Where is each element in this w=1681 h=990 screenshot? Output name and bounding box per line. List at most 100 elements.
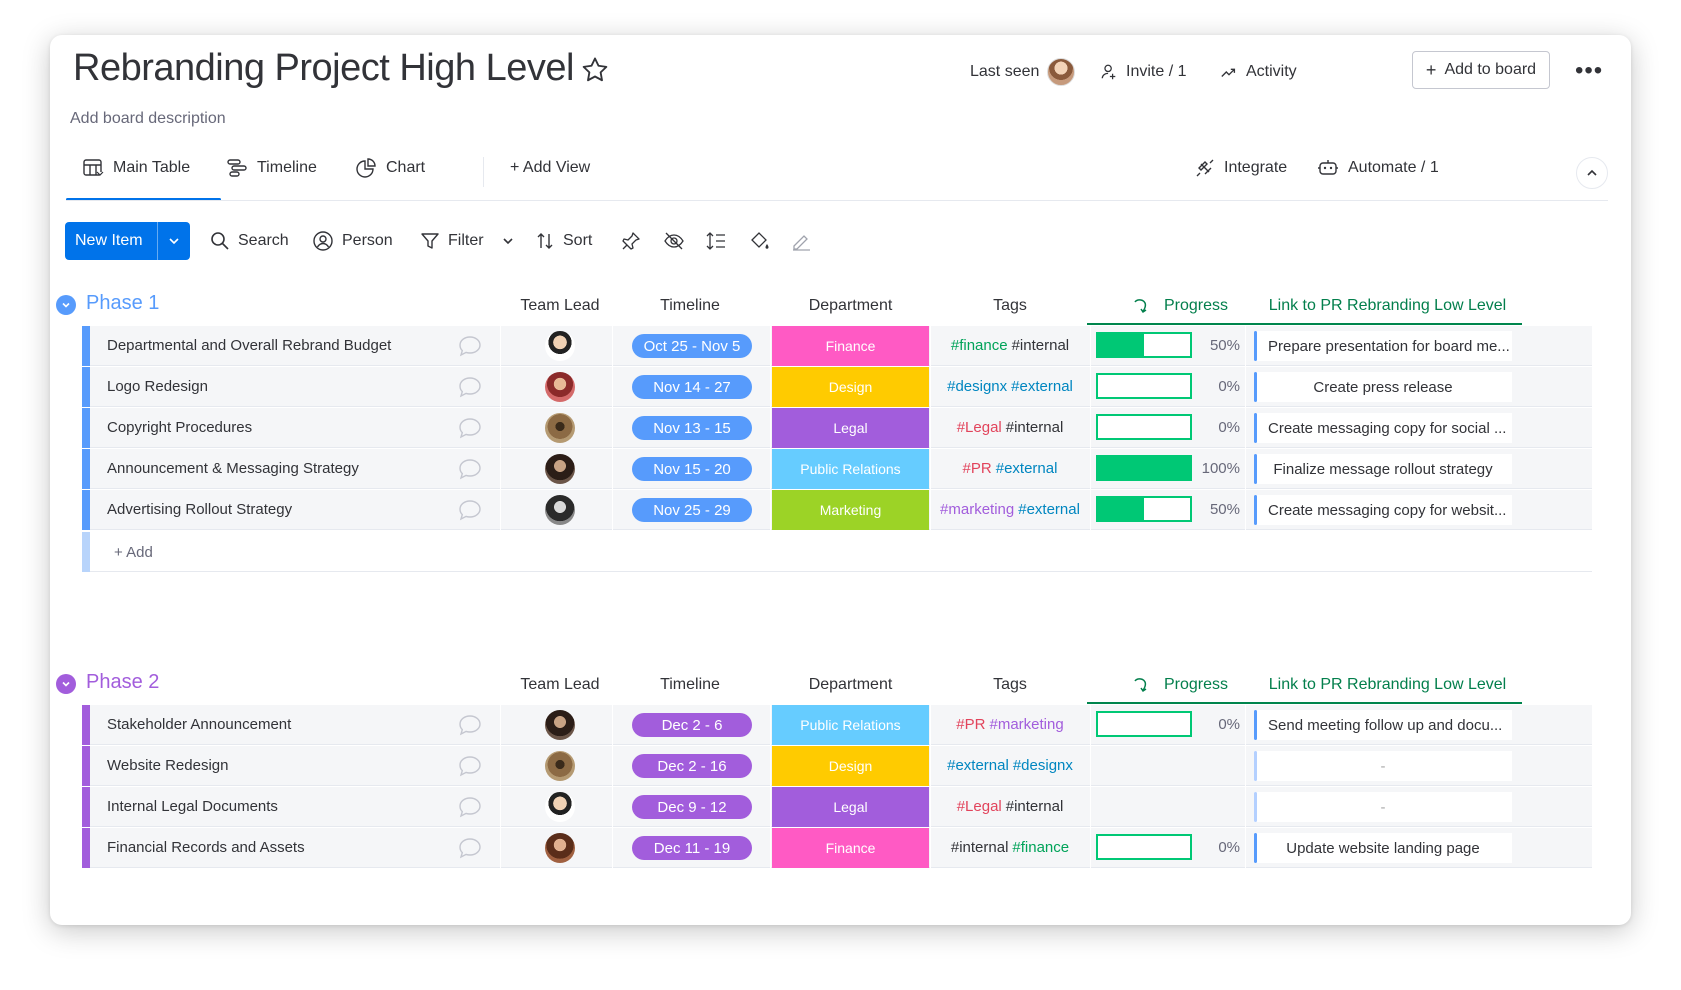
invite-button[interactable]: Invite / 1 (1100, 59, 1186, 85)
linked-item[interactable]: Create messaging copy for social ... (1254, 413, 1512, 443)
item-name[interactable]: Copyright Procedures (107, 419, 252, 436)
tag[interactable]: #external (996, 460, 1058, 477)
collapse-header-button[interactable] (1576, 157, 1608, 189)
department-label[interactable]: Legal (772, 787, 929, 827)
column-header-link[interactable]: Link to PR Rebranding Low Level (1255, 297, 1520, 315)
tag[interactable]: #internal (1012, 337, 1070, 354)
column-header-tags[interactable]: Tags (932, 676, 1088, 694)
item-name[interactable]: Website Redesign (107, 757, 228, 774)
item-name[interactable]: Stakeholder Announcement (107, 716, 291, 733)
timeline-pill[interactable]: Nov 14 - 27 (632, 375, 752, 399)
table-row[interactable]: Website Redesign Dec 2 - 16 Design #externa… (82, 746, 1592, 786)
linked-item[interactable]: Create press release (1254, 372, 1512, 402)
tag[interactable]: #internal (1006, 419, 1064, 436)
tags-cell[interactable]: #PR #marketing (932, 716, 1088, 733)
avatar[interactable] (545, 454, 575, 484)
column-header-department[interactable]: Department (772, 297, 929, 315)
tag[interactable]: #external (947, 757, 1009, 774)
group-title[interactable]: Phase 2 (86, 671, 159, 694)
avatar[interactable] (545, 372, 575, 402)
column-header-progress[interactable]: Progress (1105, 676, 1255, 694)
linked-item[interactable]: - (1254, 792, 1512, 822)
star-icon[interactable] (580, 55, 610, 85)
linked-item[interactable]: Update website landing page (1254, 833, 1512, 863)
automate-button[interactable]: Automate / 1 (1317, 148, 1439, 188)
linked-item[interactable]: Send meeting follow up and docu... (1254, 710, 1512, 740)
avatar[interactable] (545, 751, 575, 781)
avatar[interactable] (545, 833, 575, 863)
new-item-dropdown[interactable] (158, 235, 190, 247)
group-collapse-toggle[interactable] (56, 674, 76, 694)
tag[interactable]: #external (1011, 378, 1073, 395)
pin-icon[interactable] (620, 230, 642, 252)
chat-bubble-icon[interactable] (458, 837, 482, 859)
tags-cell[interactable]: #internal #finance (932, 839, 1088, 856)
department-label[interactable]: Public Relations (772, 449, 929, 489)
timeline-pill[interactable]: Oct 25 - Nov 5 (632, 334, 752, 358)
department-label[interactable]: Design (772, 367, 929, 407)
avatar[interactable] (545, 792, 575, 822)
tag[interactable]: #Legal (957, 419, 1002, 436)
paint-bucket-icon[interactable] (748, 230, 770, 252)
linked-item[interactable]: Finalize message rollout strategy (1254, 454, 1512, 484)
add-item-label[interactable]: + Add (114, 544, 153, 561)
chat-bubble-icon[interactable] (458, 755, 482, 777)
timeline-pill[interactable]: Nov 25 - 29 (632, 498, 752, 522)
tag[interactable]: #internal (951, 839, 1009, 856)
table-row[interactable]: Departmental and Overall Rebrand Budget O… (82, 326, 1592, 366)
tags-cell[interactable]: #marketing #external (932, 501, 1088, 518)
tag[interactable]: #external (1018, 501, 1080, 518)
filter-button[interactable]: Filter (420, 222, 514, 260)
row-height-icon[interactable] (705, 230, 727, 252)
tag[interactable]: #finance (951, 337, 1008, 354)
tag[interactable]: #marketing (940, 501, 1014, 518)
column-header-link[interactable]: Link to PR Rebranding Low Level (1255, 676, 1520, 694)
column-header-team-lead[interactable]: Team Lead (510, 676, 610, 694)
timeline-pill[interactable]: Dec 2 - 16 (632, 754, 752, 778)
timeline-pill[interactable]: Nov 13 - 15 (632, 416, 752, 440)
column-header-progress[interactable]: Progress (1105, 297, 1255, 315)
chat-bubble-icon[interactable] (458, 376, 482, 398)
table-row[interactable]: Stakeholder Announcement Dec 2 - 6 Public … (82, 705, 1592, 745)
column-header-team-lead[interactable]: Team Lead (510, 297, 610, 315)
column-header-timeline[interactable]: Timeline (630, 297, 750, 315)
add-to-board-button[interactable]: + Add to board (1412, 51, 1550, 89)
tag[interactable]: #finance (1012, 839, 1069, 856)
item-name[interactable]: Departmental and Overall Rebrand Budget (107, 337, 391, 354)
activity-button[interactable]: Activity (1220, 59, 1297, 85)
department-label[interactable]: Legal (772, 408, 929, 448)
table-row[interactable]: Announcement & Messaging Strategy Nov 15 … (82, 449, 1592, 489)
chat-bubble-icon[interactable] (458, 417, 482, 439)
chat-bubble-icon[interactable] (458, 458, 482, 480)
chat-bubble-icon[interactable] (458, 499, 482, 521)
linked-item[interactable]: Prepare presentation for board me... (1254, 331, 1512, 361)
table-row[interactable]: Internal Legal Documents Dec 9 - 12 Legal #… (82, 787, 1592, 827)
tag[interactable]: #Legal (957, 798, 1002, 815)
chat-bubble-icon[interactable] (458, 335, 482, 357)
avatar[interactable] (545, 710, 575, 740)
column-header-tags[interactable]: Tags (932, 297, 1088, 315)
table-row[interactable]: Advertising Rollout Strategy Nov 25 - 29 M… (82, 490, 1592, 530)
department-label[interactable]: Public Relations (772, 705, 929, 745)
tab-chart[interactable]: Chart (355, 148, 425, 188)
avatar[interactable] (545, 331, 575, 361)
new-item-button[interactable]: New Item (65, 222, 190, 260)
chat-bubble-icon[interactable] (458, 714, 482, 736)
tags-cell[interactable]: #Legal #internal (932, 798, 1088, 815)
tags-cell[interactable]: #external #designx (932, 757, 1088, 774)
tags-cell[interactable]: #PR #external (932, 460, 1088, 477)
tags-cell[interactable]: #designx #external (932, 378, 1088, 395)
chevron-down-icon[interactable] (502, 235, 514, 247)
group-title[interactable]: Phase 1 (86, 292, 159, 315)
tab-main-table[interactable]: Main Table (82, 148, 190, 188)
column-header-timeline[interactable]: Timeline (630, 676, 750, 694)
tags-cell[interactable]: #finance #internal (932, 337, 1088, 354)
tags-cell[interactable]: #Legal #internal (932, 419, 1088, 436)
linked-item[interactable]: Create messaging copy for websit... (1254, 495, 1512, 525)
pencil-icon[interactable] (790, 230, 812, 252)
board-description[interactable]: Add board description (70, 110, 226, 128)
board-title[interactable]: Rebranding Project High Level (73, 47, 574, 90)
tag[interactable]: #PR (963, 460, 992, 477)
hide-icon[interactable] (663, 230, 685, 252)
department-label[interactable]: Design (772, 746, 929, 786)
